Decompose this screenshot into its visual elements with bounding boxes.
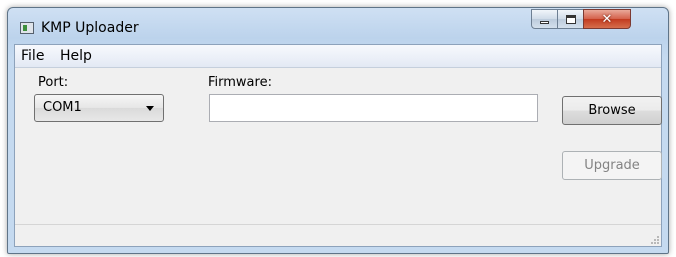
port-select-value: COM1 [43,100,82,115]
maximize-icon [565,14,576,24]
status-bar [15,224,661,246]
firmware-label: Firmware: [208,75,272,90]
app-icon [20,22,34,34]
app-window: KMP Uploader ✕ File Help Port: COM1 Firm… [7,7,669,254]
client-area: File Help [14,44,662,247]
port-label: Port: [38,75,69,90]
menu-file[interactable]: File [17,45,48,67]
window-title: KMP Uploader [41,20,139,36]
menu-bar: File Help [15,45,661,68]
minimize-button[interactable] [531,9,558,29]
minimize-icon [540,20,549,24]
chevron-down-icon [146,106,154,111]
close-icon: ✕ [601,11,613,27]
port-select[interactable]: COM1 [34,94,164,122]
upgrade-button[interactable]: Upgrade [562,151,662,180]
menu-help[interactable]: Help [56,45,96,67]
maximize-button[interactable] [557,9,584,29]
close-button[interactable]: ✕ [583,9,631,29]
firmware-path-input[interactable] [209,94,538,122]
browse-button[interactable]: Browse [562,96,662,125]
title-bar[interactable]: KMP Uploader ✕ [8,8,668,44]
resize-grip-icon[interactable] [649,234,659,244]
